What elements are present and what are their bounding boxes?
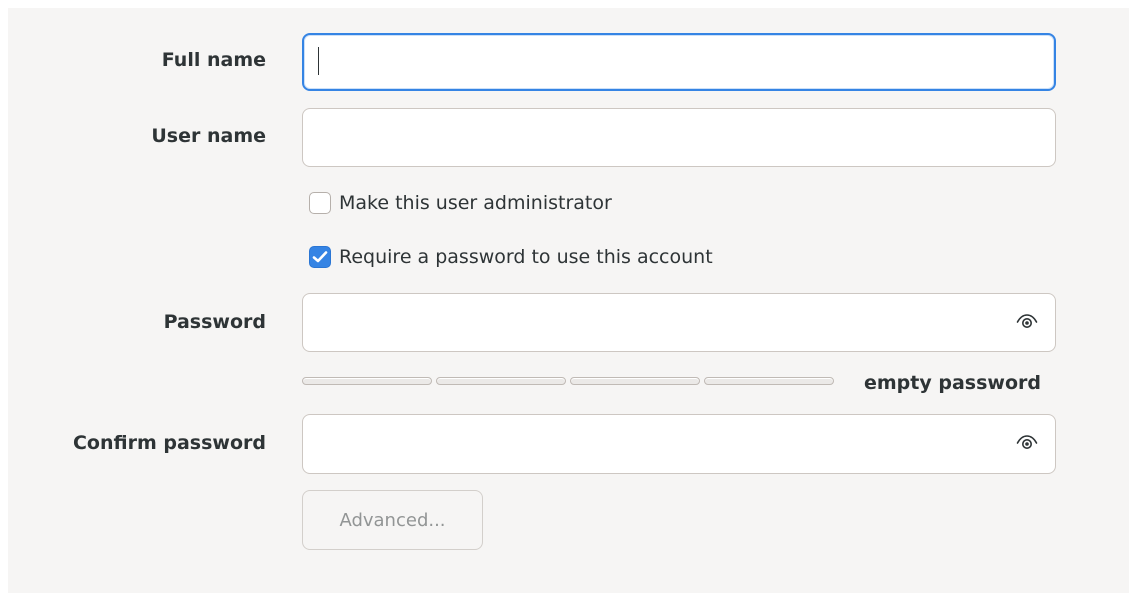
strength-segment xyxy=(704,377,834,385)
advanced-button[interactable]: Advanced... xyxy=(302,490,483,550)
password-strength-meter xyxy=(302,377,834,387)
confirm-password-label: Confirm password xyxy=(72,432,266,454)
require-password-checkbox-label: Require a password to use this account xyxy=(339,246,713,268)
strength-segment xyxy=(436,377,566,385)
admin-checkbox[interactable] xyxy=(309,192,331,214)
admin-checkbox-label: Make this user administrator xyxy=(339,192,612,214)
require-password-checkbox-row[interactable]: Require a password to use this account xyxy=(309,242,713,272)
checkmark-icon xyxy=(312,251,328,263)
eye-icon[interactable] xyxy=(1016,435,1038,451)
password-input[interactable] xyxy=(302,293,1056,352)
full-name-input[interactable] xyxy=(302,33,1056,91)
admin-checkbox-row[interactable]: Make this user administrator xyxy=(309,188,612,218)
strength-segment xyxy=(302,377,432,385)
password-label: Password xyxy=(163,311,266,333)
user-name-input[interactable] xyxy=(302,108,1056,167)
strength-segment xyxy=(570,377,700,385)
require-password-checkbox[interactable] xyxy=(309,246,331,268)
user-name-label: User name xyxy=(151,125,266,147)
eye-icon[interactable] xyxy=(1016,314,1038,330)
confirm-password-input[interactable] xyxy=(302,414,1056,474)
text-caret xyxy=(318,47,319,75)
full-name-label: Full name xyxy=(161,49,266,71)
password-strength-label: empty password xyxy=(864,372,1041,394)
